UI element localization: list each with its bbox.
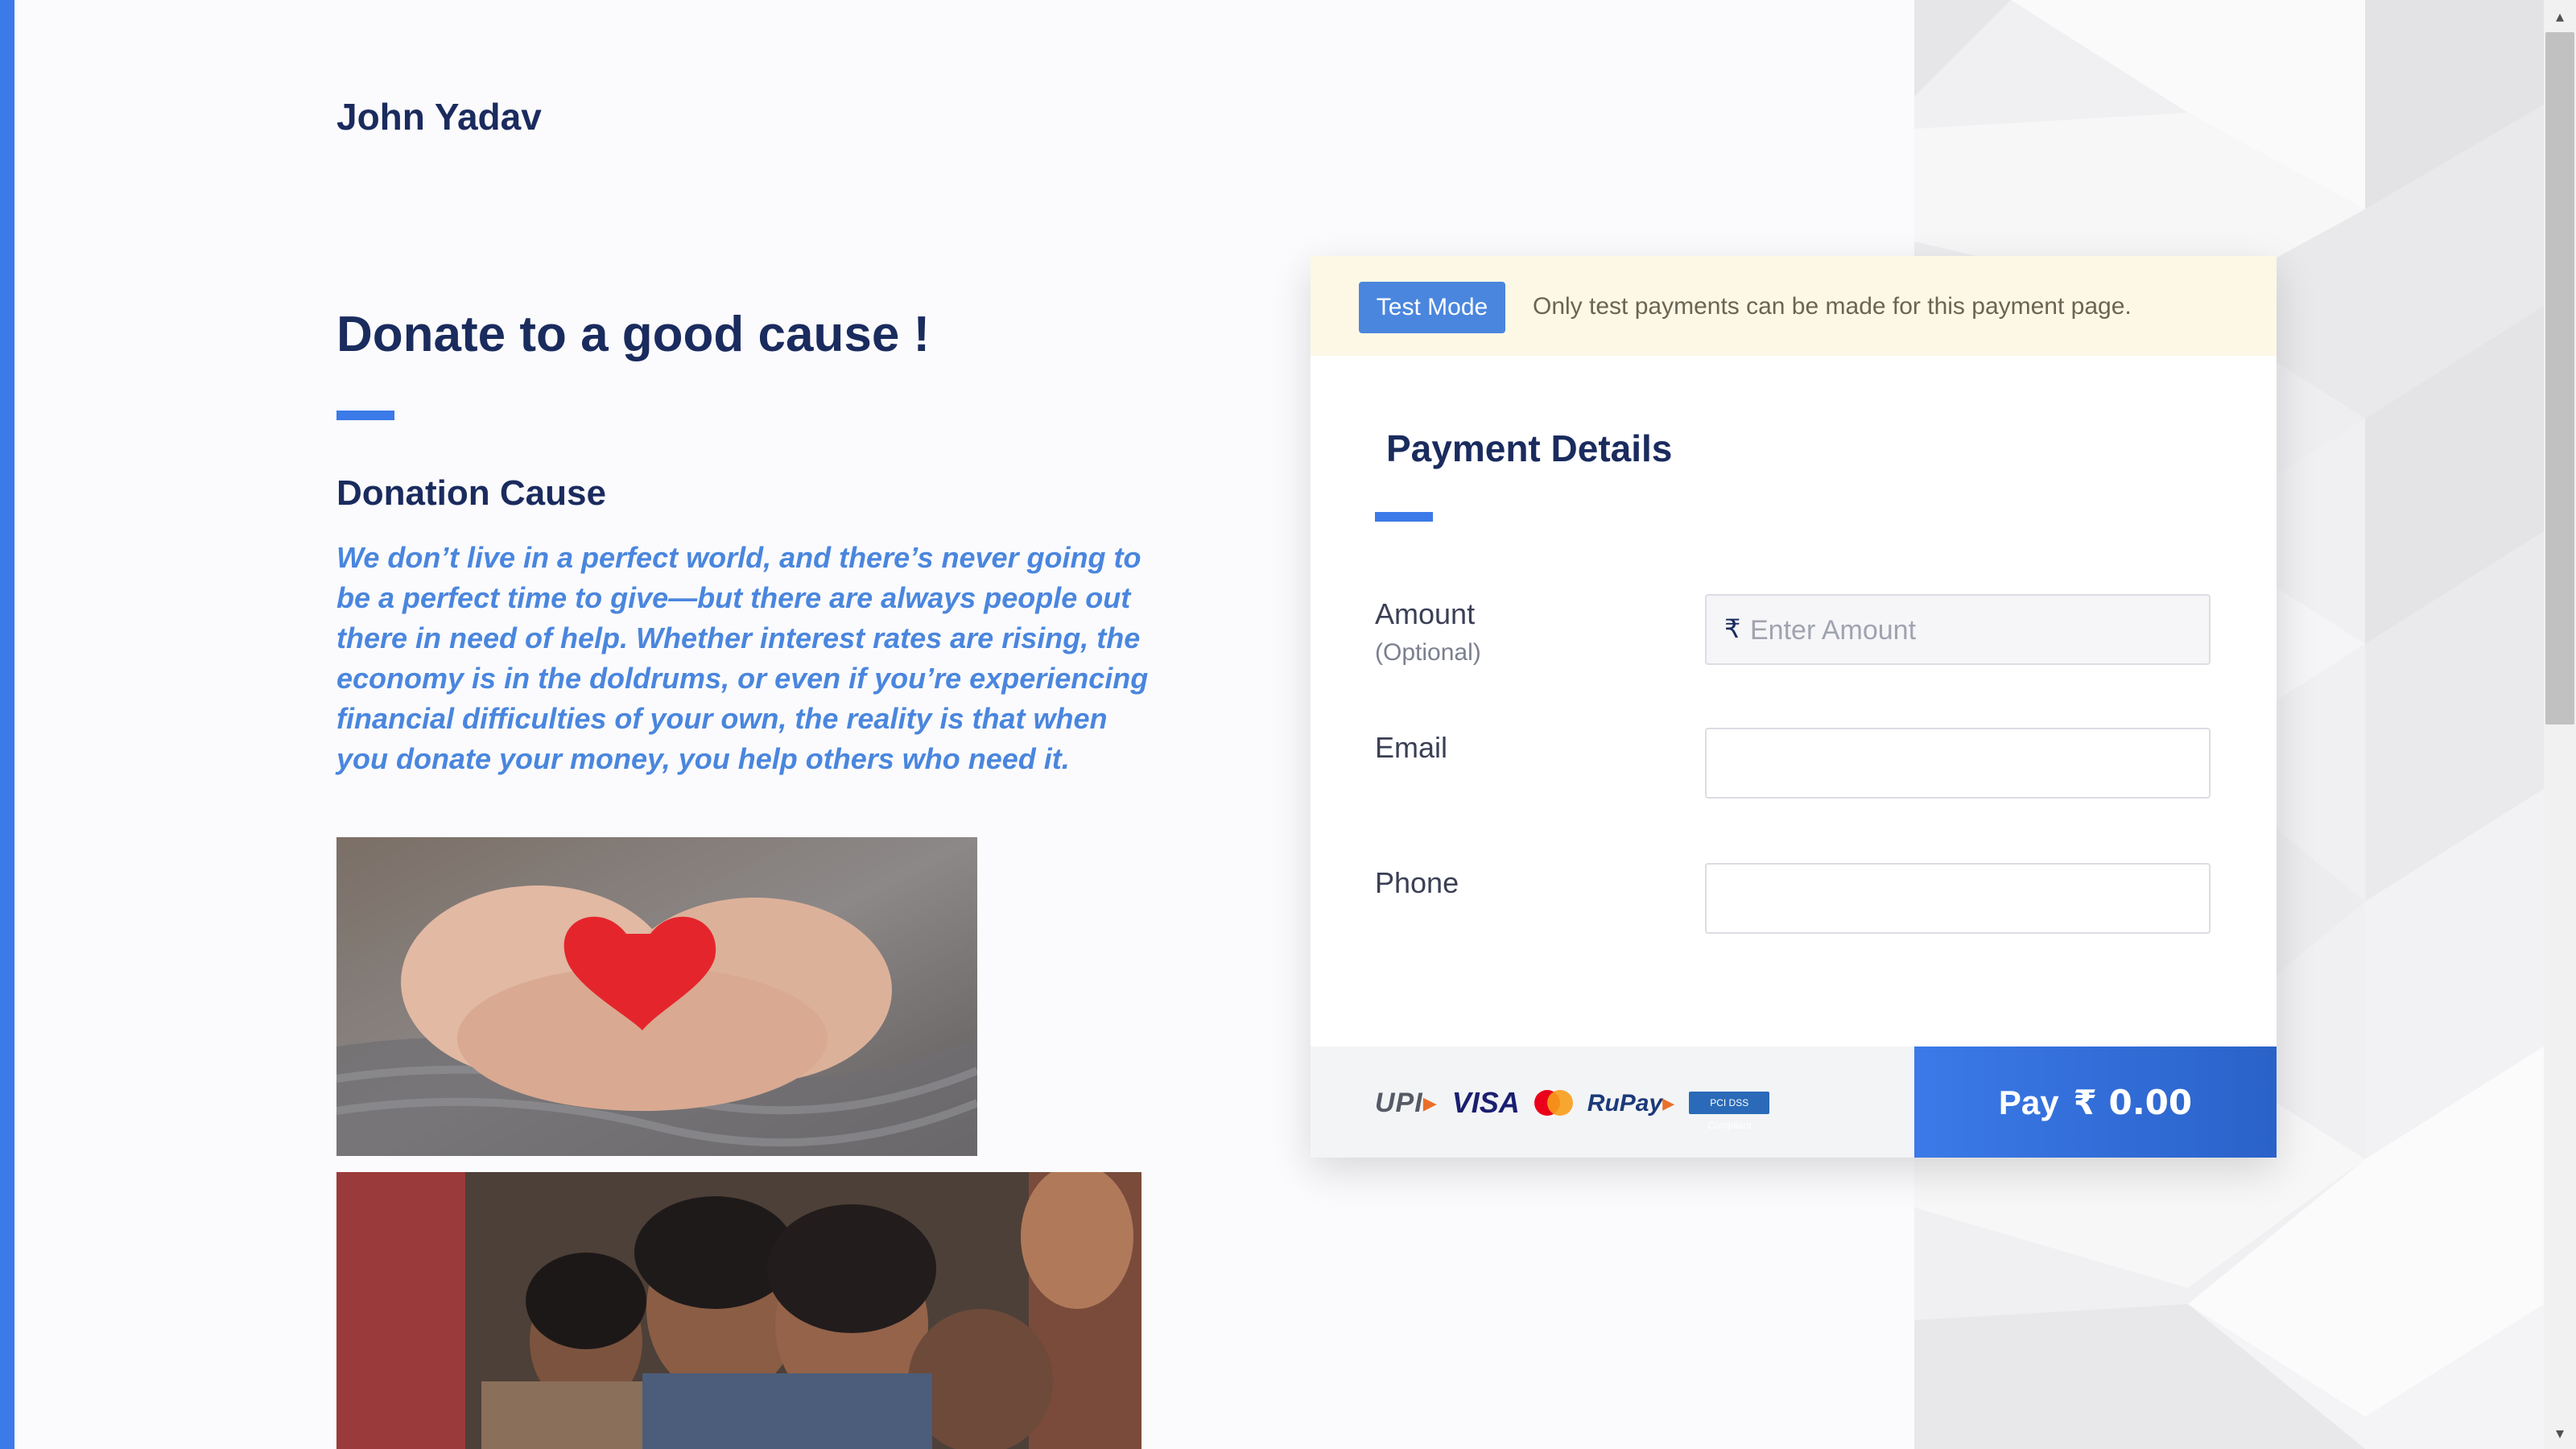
email-input[interactable] (1707, 729, 2209, 797)
payment-details-title: Payment Details (1386, 427, 1673, 469)
amount-input[interactable] (1748, 596, 2202, 665)
upi-logo: UPI▸ (1375, 1088, 1438, 1118)
cause-description: We don’t live in a perfect world, and th… (336, 541, 1149, 775)
pay-button-label: Pay (1998, 1083, 2059, 1121)
amount-field[interactable]: ₹ (1705, 594, 2211, 665)
rupee-icon: ₹ (1724, 613, 1741, 644)
title-underline (336, 411, 394, 420)
phone-label: Phone (1375, 866, 1459, 899)
scroll-down-icon[interactable]: ▾ (2550, 1423, 2570, 1443)
payment-details-underline (1375, 512, 1433, 522)
visa-logo: VISA (1451, 1086, 1520, 1119)
email-field[interactable] (1705, 728, 2211, 799)
email-label: Email (1375, 731, 1448, 764)
payment-card: Test Mode Only test payments can be made… (1311, 256, 2277, 1158)
scrollbar-thumb[interactable] (2545, 32, 2574, 724)
merchant-name: John Yadav (336, 96, 542, 138)
payment-footer: UPI▸ VISA RuPay▸ PCI DSS Compliant Pay ₹ … (1311, 1046, 2277, 1158)
mastercard-icon (1534, 1090, 1573, 1116)
page-title: Donate to a good cause ! (336, 307, 931, 362)
payment-method-logos: UPI▸ VISA RuPay▸ PCI DSS Compliant (1375, 1079, 1770, 1131)
children-photo (336, 1172, 1141, 1449)
test-mode-message: Only test payments can be made for this … (1533, 293, 2132, 320)
phone-input[interactable] (1707, 865, 2209, 932)
phone-field[interactable] (1705, 863, 2211, 934)
rupay-logo: RuPay▸ (1587, 1089, 1675, 1117)
left-accent-bar (0, 0, 14, 1449)
pay-button[interactable]: Pay ₹ 0.00 (1914, 1046, 2277, 1158)
pci-dss-logo: PCI DSS Compliant (1689, 1092, 1770, 1131)
test-mode-badge: Test Mode (1359, 282, 1505, 333)
scroll-up-icon[interactable]: ▴ (2550, 6, 2570, 26)
test-mode-banner: Test Mode Only test payments can be made… (1311, 256, 2277, 356)
heart-in-hands-photo (336, 837, 977, 1156)
payment-page: John Yadav Donate to a good cause ! Dona… (0, 0, 2576, 1449)
cause-heading: Donation Cause (336, 473, 606, 513)
pay-button-amount: ₹ 0.00 (2073, 1082, 2193, 1122)
amount-optional-label: (Optional) (1375, 639, 1481, 666)
amount-label: Amount (1375, 597, 1476, 630)
